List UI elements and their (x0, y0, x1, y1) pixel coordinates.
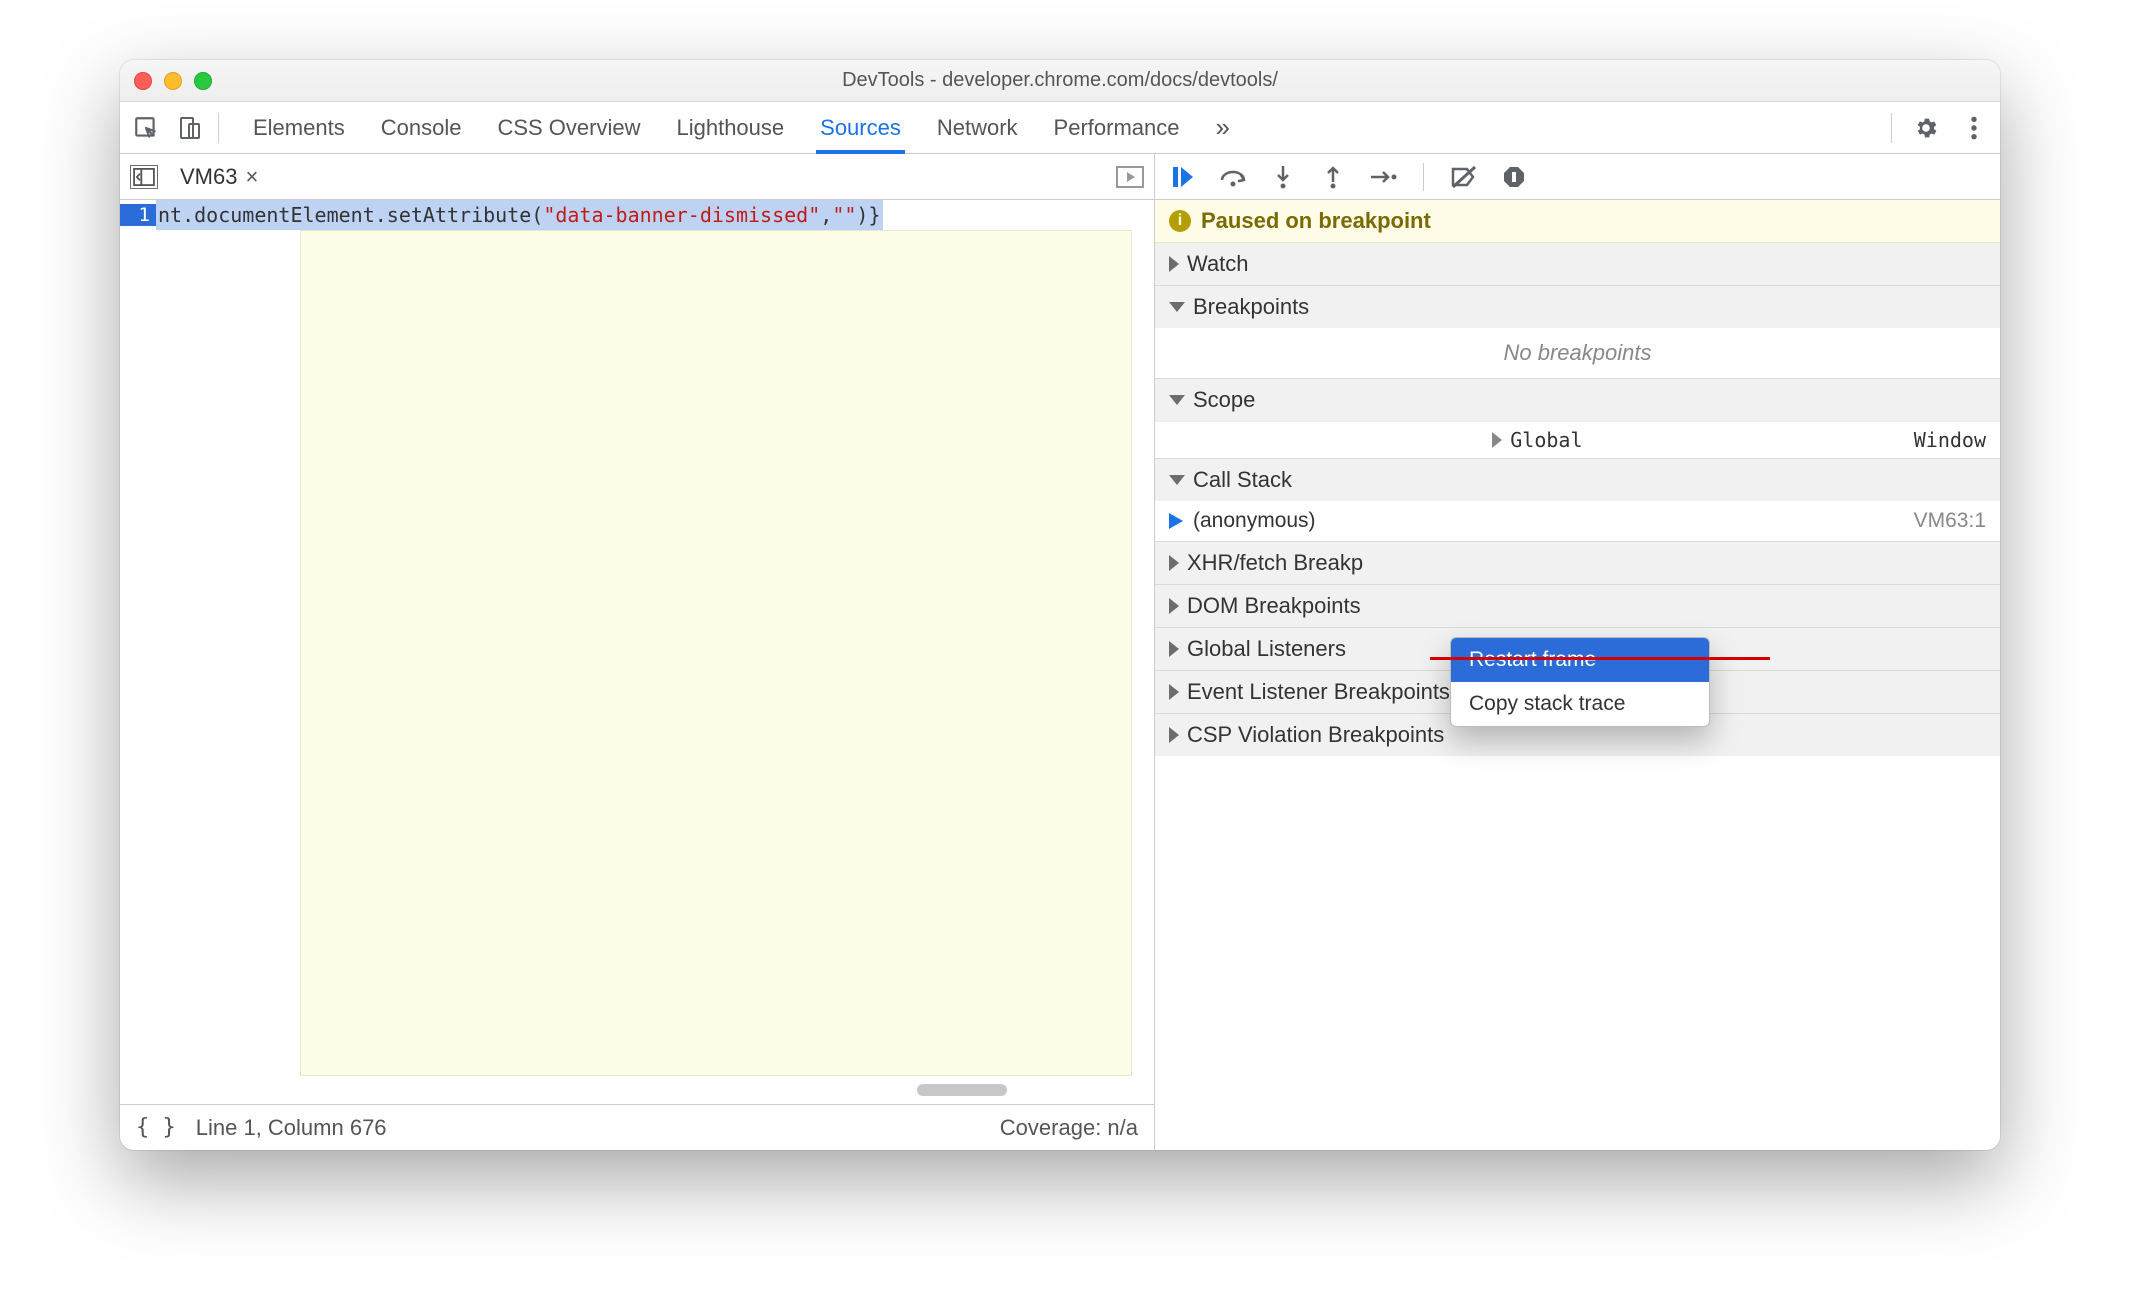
chevron-down-icon (1169, 302, 1185, 312)
coverage-overlay (300, 230, 1132, 1076)
titlebar: DevTools - developer.chrome.com/docs/dev… (120, 60, 2000, 102)
chevron-right-icon (1169, 598, 1179, 614)
window-title: DevTools - developer.chrome.com/docs/dev… (120, 69, 2000, 92)
code-line: 1 nt.documentElement.setAttribute( "data… (120, 200, 1154, 230)
chevron-right-icon (1169, 684, 1179, 700)
step-out-button[interactable] (1319, 163, 1347, 191)
chevron-down-icon (1169, 475, 1185, 485)
horizontal-scrollbar[interactable] (917, 1084, 1007, 1096)
divider (1891, 113, 1892, 143)
scope-global-row[interactable]: Global Window (1155, 421, 2000, 458)
code-editor[interactable]: 1 nt.documentElement.setAttribute( "data… (120, 200, 1154, 1104)
paused-banner: i Paused on breakpoint (1155, 200, 2000, 243)
current-frame-arrow-icon (1169, 513, 1183, 529)
divider (218, 113, 219, 143)
resume-button[interactable] (1169, 163, 1197, 191)
scope-name: Global (1510, 428, 1582, 452)
chevron-right-icon (1169, 641, 1179, 657)
line-number: 1 (120, 204, 156, 226)
inspect-icon[interactable] (132, 114, 160, 142)
section-xhr: XHR/fetch Breakp (1155, 542, 2000, 585)
tab-css-overview[interactable]: CSS Overview (497, 102, 640, 153)
tab-lighthouse[interactable]: Lighthouse (676, 102, 784, 153)
tab-sources[interactable]: Sources (820, 102, 901, 153)
editor-tabbar: VM63 × (120, 154, 1154, 200)
pretty-print-icon[interactable]: { } (136, 1115, 176, 1140)
panel-tabs: Elements Console CSS Overview Lighthouse… (253, 102, 1230, 153)
debugger-toolbar (1155, 154, 2000, 200)
menu-item-copy-stack-trace[interactable]: Copy stack trace (1451, 682, 1709, 726)
menu-item-restart-frame[interactable]: Restart frame (1451, 638, 1709, 682)
chevron-right-icon (1169, 256, 1179, 272)
section-watch: Watch (1155, 243, 2000, 286)
step-button[interactable] (1369, 163, 1397, 191)
info-icon: i (1169, 210, 1191, 232)
frame-location: VM63:1 (1914, 509, 1986, 533)
divider (1423, 163, 1424, 191)
scope-value: Window (1914, 428, 1986, 452)
section-dom: DOM Breakpoints (1155, 585, 2000, 628)
main-toolbar: Elements Console CSS Overview Lighthouse… (120, 102, 2000, 154)
section-call-stack: Call Stack (anonymous) VM63:1 (1155, 459, 2000, 542)
tab-elements[interactable]: Elements (253, 102, 345, 153)
tab-network[interactable]: Network (937, 102, 1018, 153)
device-toggle-icon[interactable] (176, 114, 204, 142)
tab-console[interactable]: Console (381, 102, 462, 153)
chevron-right-icon (1169, 555, 1179, 571)
breakpoints-header[interactable]: Breakpoints (1155, 286, 2000, 328)
frame-name: (anonymous) (1193, 509, 1316, 533)
scope-header[interactable]: Scope (1155, 379, 2000, 421)
chevron-right-icon (1492, 432, 1502, 448)
step-into-button[interactable] (1269, 163, 1297, 191)
editor-pane: VM63 × 1 nt.documentElement.setAttribute… (120, 154, 1155, 1150)
settings-gear-icon[interactable] (1912, 114, 1940, 142)
dom-header[interactable]: DOM Breakpoints (1155, 585, 2000, 627)
deactivate-breakpoints-button[interactable] (1450, 163, 1478, 191)
section-scope: Scope Global Window (1155, 379, 2000, 459)
workspace: VM63 × 1 nt.documentElement.setAttribute… (120, 154, 2000, 1150)
call-stack-frame[interactable]: (anonymous) VM63:1 (1155, 501, 2000, 541)
code-string: "" (832, 203, 856, 227)
devtools-window: DevTools - developer.chrome.com/docs/dev… (120, 60, 2000, 1150)
step-over-button[interactable] (1219, 163, 1247, 191)
code-text: nt.documentElement.setAttribute( (158, 203, 543, 227)
kebab-menu-icon[interactable] (1960, 114, 1988, 142)
coverage-status: Coverage: n/a (1000, 1115, 1138, 1141)
code-text: , (820, 203, 832, 227)
close-icon[interactable]: × (245, 164, 258, 190)
cursor-position: Line 1, Column 676 (196, 1115, 387, 1141)
section-breakpoints: Breakpoints No breakpoints (1155, 286, 2000, 379)
more-tabs-button[interactable]: » (1216, 102, 1230, 153)
chevron-right-icon (1169, 727, 1179, 743)
navigator-toggle-icon[interactable] (130, 165, 158, 189)
annotation-strikethrough (1430, 657, 1770, 660)
code-string: "data-banner-dismissed" (543, 203, 820, 227)
editor-statusbar: { } Line 1, Column 676 Coverage: n/a (120, 1104, 1154, 1150)
paused-label: Paused on breakpoint (1201, 208, 1431, 234)
xhr-header[interactable]: XHR/fetch Breakp (1155, 542, 2000, 584)
pause-on-exceptions-button[interactable] (1500, 163, 1528, 191)
file-tab-label: VM63 (180, 164, 237, 190)
code-text: )} (856, 203, 880, 227)
editor-file-tab[interactable]: VM63 × (180, 164, 258, 190)
watch-header[interactable]: Watch (1155, 243, 2000, 285)
call-stack-header[interactable]: Call Stack (1155, 459, 2000, 501)
tab-performance[interactable]: Performance (1054, 102, 1180, 153)
chevron-down-icon (1169, 395, 1185, 405)
context-menu: Restart frame Copy stack trace (1450, 637, 1710, 727)
snippets-run-icon[interactable] (1116, 166, 1144, 188)
no-breakpoints-text: No breakpoints (1155, 328, 2000, 378)
